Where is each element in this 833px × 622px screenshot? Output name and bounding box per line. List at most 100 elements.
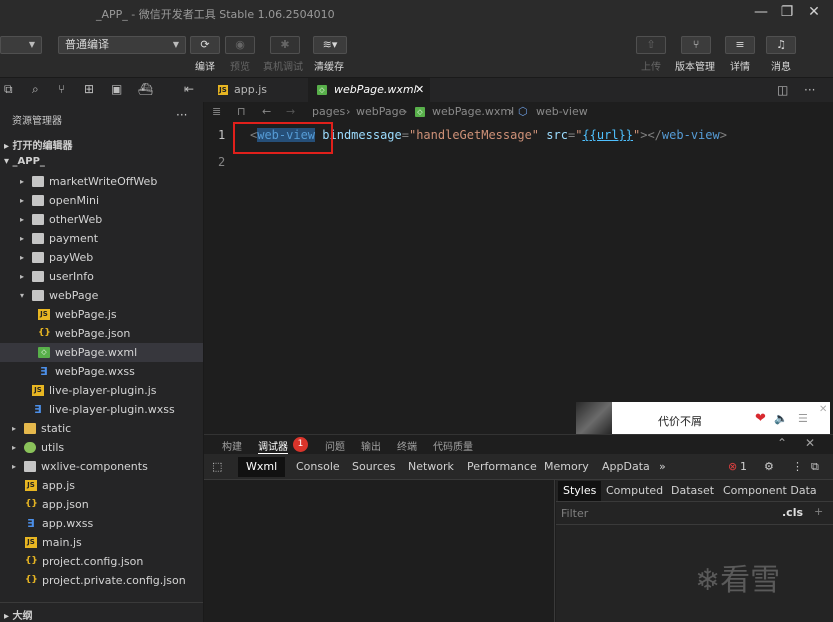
search-icon[interactable]: ⌕ xyxy=(32,82,39,97)
tab-problems[interactable]: 问题 xyxy=(325,438,345,453)
bookmark-icon[interactable]: ⊓ xyxy=(237,105,246,118)
tab-component-data[interactable]: Component Data xyxy=(723,484,817,497)
upload-button[interactable]: ⇧ xyxy=(636,36,666,54)
tree-item[interactable]: JS live-player-plugin.js xyxy=(0,381,203,400)
project-section[interactable]: ▾ _APP_ xyxy=(4,156,45,167)
clear-cache-button[interactable]: ≋▾ xyxy=(313,36,347,54)
files-icon[interactable]: ⧉ xyxy=(4,82,13,97)
close-icon[interactable]: ✕ xyxy=(819,404,827,415)
tab-performance[interactable]: Performance xyxy=(467,460,537,473)
source-control-icon[interactable]: ⑂ xyxy=(58,82,65,96)
tab-computed[interactable]: Computed xyxy=(606,484,663,497)
tree-item[interactable]: ▸ marketWriteOffWeb xyxy=(0,172,203,191)
gear-icon[interactable]: ⚙ xyxy=(764,460,774,473)
tree-item-label: webPage.json xyxy=(55,327,131,340)
tab-app-js[interactable]: JS app.js xyxy=(212,78,307,102)
tab-appdata[interactable]: AppData xyxy=(602,460,650,473)
undock-icon[interactable]: ⧉ xyxy=(811,460,819,474)
more-actions-icon[interactable]: ··· xyxy=(804,78,815,102)
more-icon[interactable]: ··· xyxy=(176,108,187,122)
close-panel-icon[interactable]: ✕ xyxy=(805,436,815,450)
compile-button[interactable]: ⟳ xyxy=(190,36,220,54)
cls-toggle[interactable]: .cls xyxy=(782,506,803,519)
wxml-tree-pane[interactable] xyxy=(204,480,555,622)
tree-item[interactable]: JS app.js xyxy=(0,476,203,495)
version-button[interactable]: ⑂ xyxy=(681,36,711,54)
tree-item[interactable]: JS main.js xyxy=(0,533,203,552)
breadcrumb-webpage[interactable]: webPage xyxy=(356,105,405,118)
remote-debug-button[interactable]: ✱ xyxy=(270,36,300,54)
tree-item[interactable]: ▸ userInfo xyxy=(0,267,203,286)
details-button[interactable]: ≡ xyxy=(725,36,755,54)
tree-item[interactable]: ▸ utils xyxy=(0,438,203,457)
tree-item[interactable]: ▸ payment xyxy=(0,229,203,248)
tree-item[interactable]: ▸ openMini xyxy=(0,191,203,210)
tab-code-quality[interactable]: 代码质量 xyxy=(433,438,473,453)
tree-item[interactable]: ∃ app.wxss xyxy=(0,514,203,533)
list-icon[interactable]: ≣ xyxy=(212,105,221,118)
extensions-icon[interactable]: ⊞ xyxy=(84,82,94,96)
tab-styles[interactable]: Styles xyxy=(558,481,602,501)
preview-button[interactable]: ◉ xyxy=(225,36,255,54)
tree-item[interactable]: ◇ webPage.wxml xyxy=(0,343,203,362)
playlist-icon[interactable]: ☰ xyxy=(798,412,808,425)
heart-icon[interactable]: ❤ xyxy=(755,411,766,426)
docker-icon[interactable]: ⛴ xyxy=(138,82,153,96)
tab-sources[interactable]: Sources xyxy=(352,460,396,473)
tree-item[interactable]: ▾ webPage xyxy=(0,286,203,305)
simulator-select[interactable]: ▼ xyxy=(0,36,42,54)
filter-input[interactable]: Filter xyxy=(561,507,588,520)
tab-output[interactable]: 输出 xyxy=(361,438,381,453)
tab-memory[interactable]: Memory xyxy=(544,460,589,473)
inspect-icon[interactable]: ⬚ xyxy=(212,460,222,473)
folder-icon xyxy=(24,423,36,434)
chevron-up-icon[interactable]: ⌃ xyxy=(777,436,787,450)
wxml-file-icon: ◇ xyxy=(317,85,327,95)
breadcrumb-file[interactable]: webPage.wxml xyxy=(432,105,514,118)
music-popup[interactable]: 代价不屑 ❤ 🔈 ☰ ✕ xyxy=(576,402,830,438)
tab-network[interactable]: Network xyxy=(408,460,454,473)
tree-item[interactable]: {} app.json xyxy=(0,495,203,514)
tab-debugger[interactable]: 调试器 xyxy=(258,438,288,454)
filter-row: Filter .cls + xyxy=(556,503,833,525)
back-arrow-icon[interactable]: ← xyxy=(262,105,271,118)
tree-item-label: webPage.js xyxy=(55,308,117,321)
tab-console[interactable]: Console xyxy=(296,460,340,473)
tree-item[interactable]: ∃ webPage.wxss xyxy=(0,362,203,381)
code-editor[interactable]: 1 2 <web-view bindmessage="handleGetMess… xyxy=(204,122,833,432)
tab-terminal[interactable]: 终端 xyxy=(397,438,417,453)
tree-item[interactable]: {} project.private.config.json xyxy=(0,571,203,590)
kebab-menu-icon[interactable]: ⋮ xyxy=(792,460,803,473)
tree-item[interactable]: {} webPage.json xyxy=(0,324,203,343)
close-window-icon[interactable]: ✕ xyxy=(803,2,825,22)
tree-item[interactable]: JS webPage.js xyxy=(0,305,203,324)
tab-webpage-wxml[interactable]: ◇ webPage.wxml ✕ xyxy=(308,78,430,102)
breadcrumb-pages[interactable]: pages xyxy=(312,105,345,118)
error-count[interactable]: 1 xyxy=(740,460,747,473)
add-rule-icon[interactable]: + xyxy=(814,505,823,518)
minimize-icon[interactable]: — xyxy=(750,2,772,22)
restore-icon[interactable]: ❐ xyxy=(776,2,798,22)
tree-item[interactable]: ▸ static xyxy=(0,419,203,438)
tab-wxml[interactable]: Wxml xyxy=(238,457,286,477)
chevron-right-icon: ▸ xyxy=(20,196,25,205)
breadcrumb-element[interactable]: web-view xyxy=(536,105,588,118)
more-tabs-icon[interactable]: » xyxy=(659,460,666,473)
messages-button[interactable]: ♫ xyxy=(766,36,796,54)
tree-item[interactable]: ∃ live-player-plugin.wxss xyxy=(0,400,203,419)
tree-item[interactable]: ▸ wxlive-components xyxy=(0,457,203,476)
collapse-sidebar-icon[interactable]: ⇤ xyxy=(184,82,194,96)
tree-item[interactable]: ▸ otherWeb xyxy=(0,210,203,229)
tab-dataset[interactable]: Dataset xyxy=(671,484,714,497)
tree-item[interactable]: ▸ payWeb xyxy=(0,248,203,267)
open-editors-section[interactable]: ▸ 打开的编辑器 xyxy=(4,137,73,152)
forward-arrow-icon[interactable]: → xyxy=(286,105,295,118)
outline-section[interactable]: ▸ 大纲 xyxy=(0,602,203,622)
tab-build[interactable]: 构建 xyxy=(222,438,242,453)
split-editor-icon[interactable]: ◫ xyxy=(777,78,788,102)
close-tab-icon[interactable]: ✕ xyxy=(415,78,424,102)
compile-mode-select[interactable]: 普通编译 ▼ xyxy=(58,36,186,54)
storage-icon[interactable]: ▣ xyxy=(111,82,122,96)
volume-icon[interactable]: 🔈 xyxy=(774,412,788,425)
tree-item[interactable]: {} project.config.json xyxy=(0,552,203,571)
